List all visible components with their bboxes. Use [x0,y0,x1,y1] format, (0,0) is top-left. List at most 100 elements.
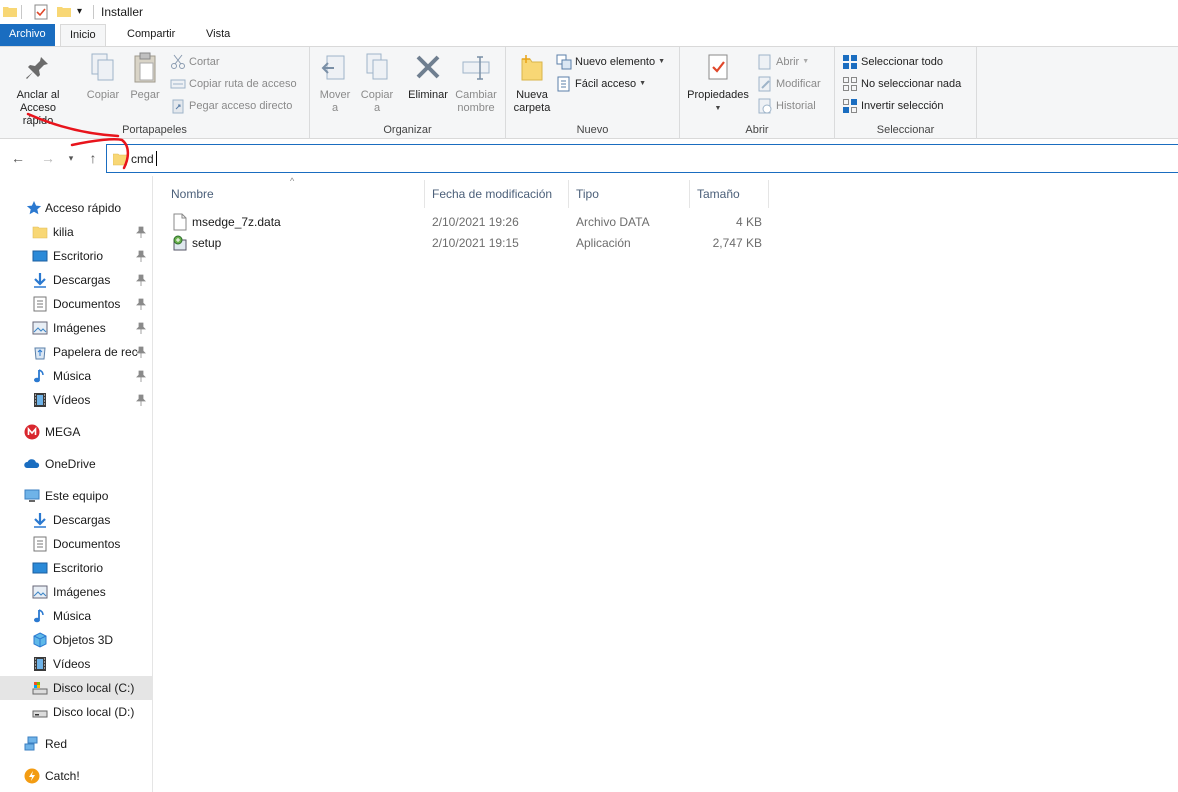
copy-label: Copiar [86,89,120,101]
nav-quick-escritorio[interactable]: Escritorio [0,244,153,268]
rename-button[interactable]: Cambiar nombre [453,51,499,115]
nav-quick-access[interactable]: Acceso rápido [0,196,153,220]
new-folder-button[interactable]: Nueva carpeta [512,51,552,115]
new-item-label: Nuevo elemento [575,56,656,69]
easy-access-button[interactable]: Fácil acceso ▼ [556,75,646,95]
move-to-button[interactable]: Mover a [316,51,354,115]
tab-archivo[interactable]: Archivo [0,24,55,46]
nav-quick-papelera-de-rec[interactable]: Papelera de rec [0,340,153,364]
pin-icon[interactable] [136,268,146,286]
nav-onedrive-label: OneDrive [45,457,96,471]
column-header-name[interactable]: Nombre [171,187,214,201]
nav-quick-kilia[interactable]: kilia [0,220,153,244]
copy-to-label-1: Copiar [360,89,394,101]
copy-button[interactable]: Copiar [84,51,122,102]
documents-icon [32,296,48,312]
nav-item-label: Descargas [53,513,111,527]
nav-network[interactable]: Red [0,732,153,756]
nav-item-label: kilia [53,225,74,239]
paste-shortcut-button[interactable]: Pegar acceso directo [170,97,292,117]
back-arrow-icon[interactable]: ← [9,149,27,167]
cut-button[interactable]: Cortar [170,53,220,73]
paste-button[interactable]: Pegar [127,51,163,102]
pin-icon[interactable] [136,364,146,382]
properties-icon[interactable] [34,4,48,20]
nav-quick-documentos[interactable]: Documentos [0,292,153,316]
copy-icon [87,51,119,85]
nav-quick-imágenes[interactable]: Imágenes [0,316,153,340]
column-header-type[interactable]: Tipo [576,187,599,201]
select-none-button[interactable]: No seleccionar nada [842,75,961,95]
pin-quick-access-button[interactable]: Anclar al Acceso rápido [6,51,70,128]
up-arrow-icon[interactable]: ↑ [84,149,102,167]
column-divider[interactable] [424,180,425,208]
nav-mega[interactable]: MEGA [0,420,153,444]
new-folder-icon[interactable] [57,4,71,18]
group-label-organizar: Organizar [383,124,432,136]
address-bar[interactable]: cmd [106,144,1178,173]
tab-compartir[interactable]: Compartir [118,24,184,46]
file-row[interactable]: msedge_7z.data 2/10/2021 19:26 Archivo D… [170,212,770,233]
nav-pc-disco-local-c[interactable]: Disco local (C:) [0,676,153,700]
nav-quick-vídeos[interactable]: Vídeos [0,388,153,412]
ribbon: Anclar al Acceso rápido Copiar Pegar Cor… [0,46,1178,139]
history-label: Historial [776,100,816,113]
delete-label: Eliminar [408,89,448,101]
address-input-value[interactable]: cmd [131,152,154,166]
column-header-size[interactable]: Tamaño [697,187,740,201]
edit-button[interactable]: Modificar [757,75,821,95]
nav-pc-descargas[interactable]: Descargas [0,508,153,532]
forward-arrow-icon[interactable]: → [39,149,57,167]
properties-label: Propiedades [687,89,749,101]
drive-d-icon [32,704,48,720]
column-header-modified[interactable]: Fecha de modificación [432,187,552,201]
invert-selection-button[interactable]: Invertir selección [842,97,944,117]
nav-pc-vídeos[interactable]: Vídeos [0,652,153,676]
new-item-button[interactable]: Nuevo elemento ▼ [556,53,665,73]
history-button[interactable]: Historial [757,97,816,117]
rename-label-2: nombre [457,102,495,114]
nav-quick-música[interactable]: Música [0,364,153,388]
scissors-icon [170,54,186,70]
group-seleccionar: Seleccionar todo No seleccionar nada Inv… [835,47,977,139]
nav-onedrive[interactable]: OneDrive [0,452,153,476]
properties-button[interactable]: Propiedades ▼ [685,51,751,115]
nav-item-label: Disco local (C:) [53,681,135,695]
nav-pc-música[interactable]: Música [0,604,153,628]
delete-button[interactable]: Eliminar [406,51,450,102]
pictures-icon [32,320,48,336]
copy-path-button[interactable]: Copiar ruta de acceso [170,75,297,95]
open-button[interactable]: Abrir ▼ [757,53,809,73]
nav-pc-imágenes[interactable]: Imágenes [0,580,153,604]
column-divider[interactable] [689,180,690,208]
pin-icon[interactable] [136,220,146,238]
pin-icon[interactable] [136,340,146,358]
nav-pc-documentos[interactable]: Documentos [0,532,153,556]
copy-to-button[interactable]: Copiar a [358,51,396,115]
customize-quick-access-icon[interactable]: ▾ [77,6,82,17]
nav-quick-descargas[interactable]: Descargas [0,268,153,292]
column-divider[interactable] [568,180,569,208]
column-divider[interactable] [768,180,769,208]
file-row[interactable]: setup 2/10/2021 19:15 Aplicación 2,747 K… [170,233,770,254]
pictures-icon [32,584,48,600]
pin-icon[interactable] [136,244,146,262]
nav-pc-disco-local-d[interactable]: Disco local (D:) [0,700,153,724]
pin-icon[interactable] [136,316,146,334]
select-all-icon [842,54,858,70]
folder-icon [32,224,48,240]
tab-inicio[interactable]: Inicio [60,24,106,47]
recent-locations-chevron-icon[interactable]: ▾ [64,149,78,167]
nav-pc-escritorio[interactable]: Escritorio [0,556,153,580]
pin-icon[interactable] [136,292,146,310]
nav-this-pc[interactable]: Este equipo [0,484,153,508]
folder-icon [113,152,127,166]
star-icon [26,200,42,216]
tab-vista[interactable]: Vista [197,24,239,46]
copy-to-icon [361,51,393,85]
nav-catch[interactable]: Catch! [0,764,153,788]
nav-pc-objetos-3d[interactable]: Objetos 3D [0,628,153,652]
select-all-button[interactable]: Seleccionar todo [842,53,943,73]
delete-x-icon [412,51,444,85]
pin-icon[interactable] [136,388,146,406]
